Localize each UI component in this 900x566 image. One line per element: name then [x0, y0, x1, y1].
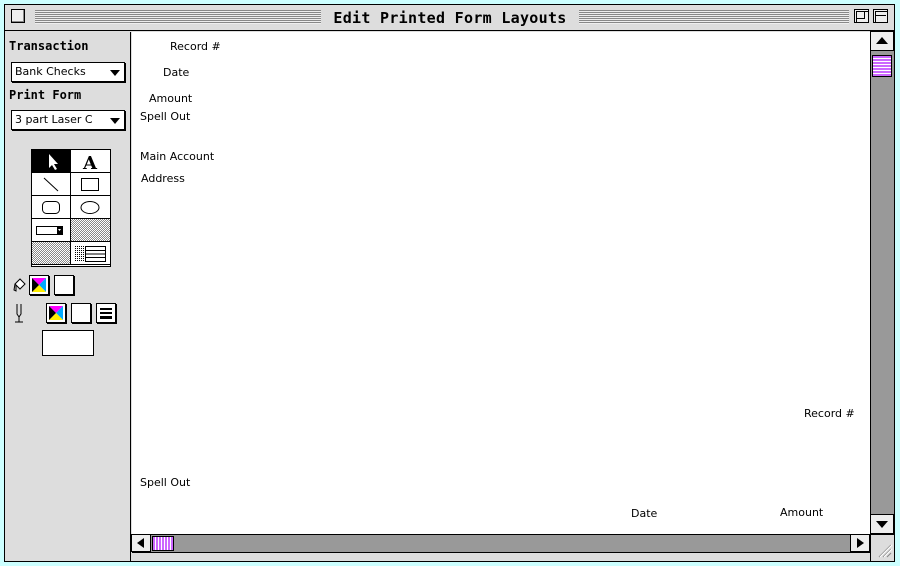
- paint-bucket-icon: [13, 278, 26, 292]
- record-number-field-top[interactable]: Record #: [170, 40, 221, 53]
- print-form-value: 3 part Laser C: [15, 113, 93, 126]
- title-stripes-right: [579, 10, 849, 24]
- pattern-tool-icon[interactable]: [71, 219, 110, 242]
- main-account-field[interactable]: Main Account: [140, 150, 214, 163]
- line-width-swatch[interactable]: [96, 303, 116, 323]
- close-box[interactable]: [11, 9, 25, 23]
- print-form-label: Print Form: [9, 88, 82, 102]
- fill-color-swatch[interactable]: [29, 275, 49, 295]
- transaction-label: Transaction: [9, 39, 89, 53]
- spell-out-field-top[interactable]: Spell Out: [140, 110, 190, 123]
- edit-printed-form-layouts-window: Edit Printed Form Layouts Transaction Ba…: [4, 4, 895, 562]
- scroll-up-button[interactable]: [870, 31, 894, 51]
- oval-tool-icon[interactable]: [71, 196, 110, 219]
- amount-field-bottom[interactable]: Amount: [780, 506, 823, 519]
- zoom-box[interactable]: [854, 9, 869, 23]
- title-bar[interactable]: Edit Printed Form Layouts: [5, 5, 894, 31]
- record-number-field-bottom[interactable]: Record #: [804, 407, 855, 420]
- pen-pattern-swatch[interactable]: [71, 303, 91, 323]
- tool-palette: Transaction Bank Checks Print Form 3 par…: [5, 32, 131, 561]
- svg-text:A: A: [82, 153, 98, 173]
- vertical-scrollbar[interactable]: [870, 31, 894, 534]
- text-tool-icon[interactable]: A: [71, 150, 110, 173]
- drawing-tools: A: [31, 149, 111, 267]
- table-tool-icon[interactable]: [71, 242, 110, 265]
- popup-arrow-icon: [110, 70, 120, 76]
- spell-out-field-bottom[interactable]: Spell Out: [140, 476, 190, 489]
- date-field-top[interactable]: Date: [163, 66, 189, 79]
- collapse-box[interactable]: [873, 9, 888, 23]
- rounded-rectangle-tool-icon[interactable]: [32, 196, 71, 219]
- arrow-tool-icon[interactable]: [32, 150, 71, 173]
- field-tool-icon[interactable]: [32, 219, 71, 242]
- fill-row: [9, 274, 129, 298]
- vertical-scroll-thumb[interactable]: [872, 55, 892, 77]
- address-field[interactable]: Address: [141, 172, 185, 185]
- scroll-right-button[interactable]: [850, 534, 870, 552]
- window-bottom-edge: [132, 552, 870, 561]
- pen-row: [9, 302, 129, 326]
- transaction-value: Bank Checks: [15, 65, 86, 78]
- grow-box[interactable]: [870, 534, 894, 561]
- resize-grip-icon: [878, 544, 893, 558]
- scroll-left-button[interactable]: [131, 534, 151, 552]
- horizontal-scroll-thumb[interactable]: [152, 536, 174, 551]
- rectangle-tool-icon[interactable]: [71, 173, 110, 196]
- title-stripes-left: [35, 10, 321, 24]
- window-title: Edit Printed Form Layouts: [333, 9, 567, 27]
- fill-pattern-swatch[interactable]: [54, 275, 74, 295]
- form-layout-canvas[interactable]: Record # Date Amount Spell Out Main Acco…: [132, 32, 870, 534]
- amount-field-top[interactable]: Amount: [149, 92, 192, 105]
- date-field-bottom[interactable]: Date: [631, 507, 657, 520]
- popup-arrow-icon: [110, 118, 120, 124]
- pen-icon: [15, 304, 23, 323]
- color-preview-box[interactable]: [42, 330, 94, 356]
- transaction-popup[interactable]: Bank Checks: [11, 62, 125, 82]
- horizontal-scrollbar[interactable]: [131, 534, 870, 552]
- scroll-down-button[interactable]: [870, 514, 894, 534]
- pen-color-swatch[interactable]: [46, 303, 66, 323]
- pattern-tool-2-icon[interactable]: [32, 242, 71, 265]
- line-tool-icon[interactable]: [32, 173, 71, 196]
- print-form-popup[interactable]: 3 part Laser C: [11, 110, 125, 130]
